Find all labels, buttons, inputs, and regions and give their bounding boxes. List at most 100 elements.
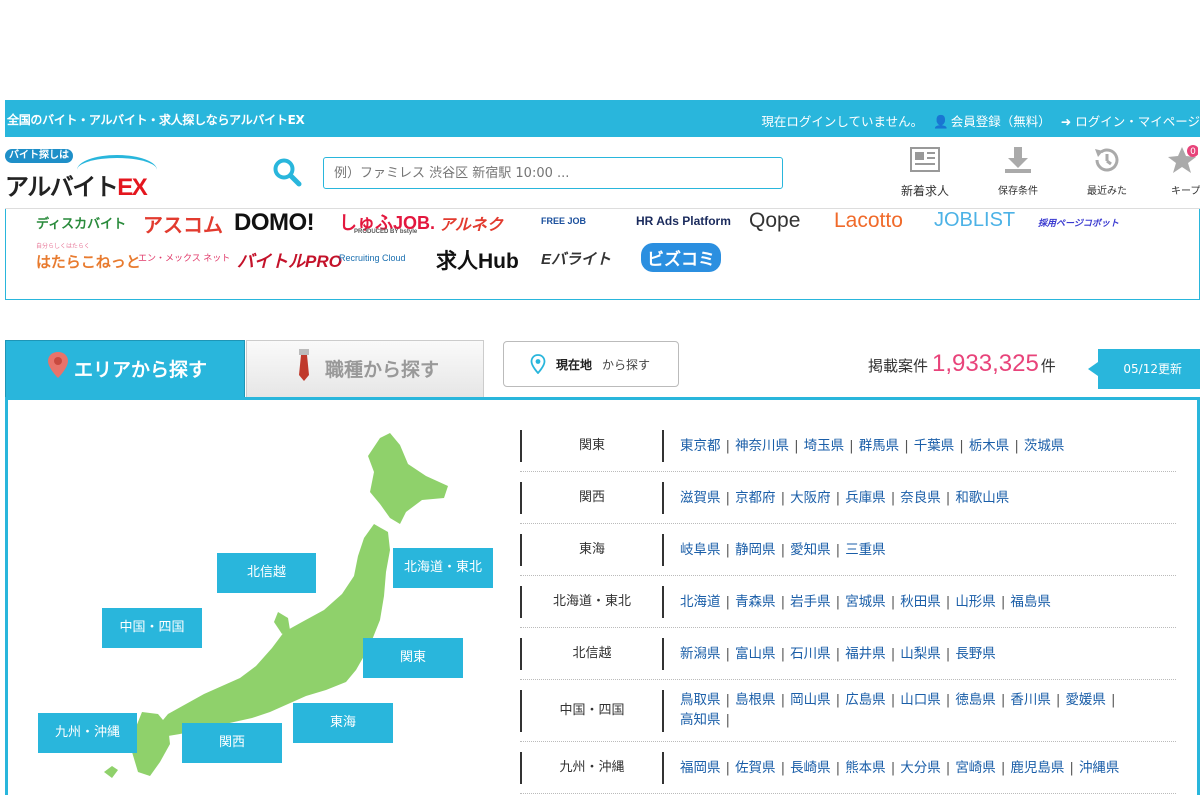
map-region-kanto[interactable]: 関東	[363, 638, 463, 678]
prefecture-link[interactable]: 富山県	[735, 646, 776, 662]
prefecture-link[interactable]: 福岡県	[680, 760, 721, 776]
prefecture-link[interactable]: 鹿児島県	[1010, 760, 1064, 776]
prefecture-link[interactable]: 愛知県	[790, 542, 831, 558]
prefecture-link[interactable]: 愛媛県	[1065, 692, 1106, 708]
prefecture-link[interactable]: 石川県	[790, 646, 831, 662]
partner-logo[interactable]: Qope	[749, 209, 800, 233]
prefecture-link[interactable]: 岩手県	[790, 594, 831, 610]
map-kyushu[interactable]	[132, 712, 170, 776]
prefecture-link[interactable]: 長野県	[955, 646, 996, 662]
prefecture-link[interactable]: 広島県	[845, 692, 886, 708]
prefecture-link[interactable]: 山形県	[955, 594, 996, 610]
partner-logo[interactable]: FREE JOB	[541, 216, 586, 226]
partner-logo[interactable]: アスコム	[143, 209, 223, 238]
search-icon[interactable]	[272, 157, 302, 187]
partner-logo[interactable]: 求人Hub	[436, 245, 519, 275]
partner-logo[interactable]: ビズコミ	[641, 243, 721, 272]
prefecture-link[interactable]: 島根県	[735, 692, 776, 708]
region-name[interactable]: 東海	[520, 534, 662, 566]
region-name[interactable]: 九州・沖縄	[520, 752, 662, 784]
site-logo[interactable]: バイト探しは アルバイトEX	[5, 149, 160, 201]
recently-viewed-button[interactable]: 最近みた	[1067, 145, 1147, 197]
prefecture-link[interactable]: 茨城県	[1024, 438, 1065, 454]
partner-logo[interactable]: Recruiting Cloud	[339, 253, 406, 263]
prefecture-link[interactable]: 山梨県	[900, 646, 941, 662]
map-noto	[274, 612, 290, 634]
prefecture-link[interactable]: 京都府	[735, 490, 776, 506]
prefecture-link[interactable]: 岡山県	[790, 692, 831, 708]
prefecture-link[interactable]: 大阪府	[790, 490, 831, 506]
partner-logo[interactable]: はたらこねっと	[36, 251, 141, 272]
map-okinawa[interactable]	[104, 766, 118, 778]
prefecture-link[interactable]: 長崎県	[790, 760, 831, 776]
prefecture-link[interactable]: 和歌山県	[955, 490, 1009, 506]
new-jobs-button[interactable]: 新着求人	[885, 145, 965, 199]
separator: |	[780, 594, 786, 610]
prefecture-link[interactable]: 新潟県	[680, 646, 721, 662]
prefecture-link[interactable]: 山口県	[900, 692, 941, 708]
tab-area-search[interactable]: エリアから探す	[5, 340, 245, 398]
prefecture-link[interactable]: 徳島県	[955, 692, 996, 708]
login-icon: ➜	[1060, 114, 1072, 129]
current-location-button[interactable]: 現在地 から探す	[503, 341, 679, 387]
region-name[interactable]: 関東	[520, 430, 662, 462]
partner-logo[interactable]: DOMO!	[234, 209, 315, 237]
map-region-chugoku-shikoku[interactable]: 中国・四国	[102, 608, 202, 648]
map-region-kyushu-okinawa[interactable]: 九州・沖縄	[38, 713, 137, 753]
prefecture-link[interactable]: 兵庫県	[845, 490, 886, 506]
saved-conditions-button[interactable]: 保存条件	[978, 145, 1058, 197]
prefecture-link[interactable]: 佐賀県	[735, 760, 776, 776]
prefecture-link[interactable]: 北海道	[680, 594, 721, 610]
prefecture-link[interactable]: 滋賀県	[680, 490, 721, 506]
prefecture-link[interactable]: 福井県	[845, 646, 886, 662]
prefecture-link[interactable]: 宮崎県	[955, 760, 996, 776]
partner-logo[interactable]: エン・メックス ネット	[138, 251, 230, 264]
region-name[interactable]: 北海道・東北	[520, 586, 662, 618]
prefecture-link[interactable]: 高知県	[680, 712, 721, 728]
prefecture-link[interactable]: 福島県	[1010, 594, 1051, 610]
map-region-tokai[interactable]: 東海	[293, 703, 393, 743]
prefecture-link[interactable]: 鳥取県	[680, 692, 721, 708]
prefecture-link[interactable]: 熊本県	[845, 760, 886, 776]
partner-logo[interactable]: バイトルPRO	[237, 247, 342, 272]
prefecture-link[interactable]: 東京都	[680, 438, 721, 454]
region-name[interactable]: 関西	[520, 482, 662, 514]
prefecture-link[interactable]: 埼玉県	[804, 438, 845, 454]
prefecture-link[interactable]: 秋田県	[900, 594, 941, 610]
partner-logo[interactable]: Eバライト	[541, 248, 611, 269]
login-link[interactable]: ➜ ログイン・マイページ	[1061, 114, 1200, 129]
keep-button[interactable]: 0 キープ	[1147, 145, 1200, 197]
map-region-hokushinetsu[interactable]: 北信越	[217, 553, 316, 593]
prefecture-link[interactable]: 岐阜県	[680, 542, 721, 558]
partner-logo[interactable]: HR Ads Platform	[636, 214, 731, 228]
register-link[interactable]: 👤 会員登録（無料）	[933, 114, 1051, 129]
prefecture-link[interactable]: 宮城県	[845, 594, 886, 610]
partner-logo[interactable]: アルネク	[439, 211, 503, 235]
separator: |	[890, 594, 896, 610]
prefecture-links: 滋賀県 | 京都府 | 大阪府 | 兵庫県 | 奈良県 | 和歌山県	[662, 482, 1142, 514]
prefecture-link[interactable]: 大分県	[900, 760, 941, 776]
region-name[interactable]: 中国・四国	[520, 690, 662, 732]
partner-logo[interactable]: JOBLIST	[934, 209, 1015, 232]
search-input[interactable]	[323, 157, 783, 189]
map-region-kansai[interactable]: 関西	[182, 723, 282, 763]
prefecture-link[interactable]: 香川県	[1010, 692, 1051, 708]
tab-job-search[interactable]: 職種から探す	[246, 340, 484, 398]
prefecture-link[interactable]: 青森県	[735, 594, 776, 610]
prefecture-link[interactable]: 栃木県	[969, 438, 1010, 454]
partner-logo[interactable]: ディスカバイト	[36, 213, 126, 232]
separator: |	[849, 438, 854, 454]
prefecture-link[interactable]: 神奈川県	[735, 438, 789, 454]
job-count: 掲載案件 1,933,325 件	[868, 350, 1056, 378]
partner-logo[interactable]: 採用ページコボット	[1038, 216, 1119, 229]
prefecture-link[interactable]: 三重県	[845, 542, 886, 558]
partner-logo[interactable]: Lacotto	[834, 209, 903, 233]
region-name[interactable]: 北信越	[520, 638, 662, 670]
map-region-hokkaido-tohoku[interactable]: 北海道・東北	[393, 548, 493, 588]
prefecture-link[interactable]: 静岡県	[735, 542, 776, 558]
prefecture-link[interactable]: 群馬県	[859, 438, 900, 454]
prefecture-link[interactable]: 奈良県	[900, 490, 941, 506]
map-hokkaido[interactable]	[368, 433, 448, 524]
prefecture-link[interactable]: 沖縄県	[1079, 760, 1120, 776]
prefecture-link[interactable]: 千葉県	[914, 438, 955, 454]
